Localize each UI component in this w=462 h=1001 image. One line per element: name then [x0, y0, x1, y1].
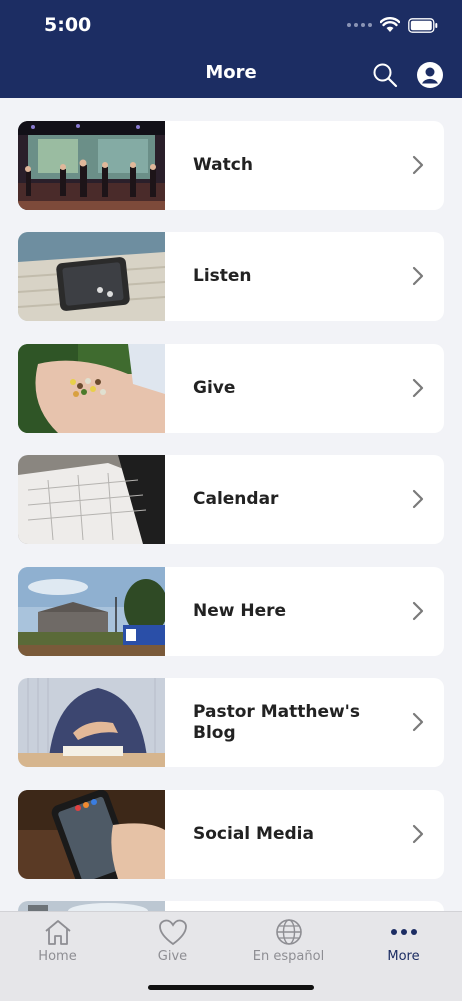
menu-item-label: Social Media: [193, 824, 314, 844]
tab-label: En español: [252, 949, 325, 964]
social-media-thumbnail: [18, 790, 165, 879]
new-here-thumbnail: [18, 567, 165, 656]
menu-item-pastor-blog[interactable]: Pastor Matthew's Blog: [18, 678, 444, 767]
tab-home[interactable]: Home: [0, 912, 115, 972]
menu-item-watch[interactable]: Watch: [18, 121, 444, 210]
search-icon: [373, 63, 398, 88]
home-indicator[interactable]: [148, 985, 314, 990]
menu-item-listen[interactable]: Listen: [18, 232, 444, 321]
menu-item-give[interactable]: Give: [18, 344, 444, 433]
chevron-right-icon: [412, 712, 424, 732]
status-time: 5:00: [44, 14, 92, 36]
status-icons: [347, 14, 438, 36]
blog-thumbnail: [18, 678, 165, 767]
globe-icon: [276, 919, 302, 945]
calendar-thumbnail: [18, 455, 165, 544]
more-dots-icon: [391, 929, 417, 935]
tab-give[interactable]: Give: [115, 912, 230, 972]
battery-icon: [408, 17, 438, 33]
tab-label: Give: [157, 949, 188, 964]
menu-item-calendar[interactable]: Calendar: [18, 455, 444, 544]
menu-item-label: Calendar: [193, 489, 279, 509]
menu-item-new-here[interactable]: New Here: [18, 567, 444, 656]
tab-en-espanol[interactable]: En español: [231, 912, 346, 972]
signal-icon: [347, 23, 372, 27]
chevron-right-icon: [412, 824, 424, 844]
listen-thumbnail: [18, 232, 165, 321]
chevron-right-icon: [412, 601, 424, 621]
menu-item-label: New Here: [193, 601, 287, 621]
menu-item-label: Give: [193, 378, 236, 398]
chevron-right-icon: [412, 155, 424, 175]
heart-icon: [159, 919, 187, 946]
tab-label: More: [387, 949, 420, 964]
wifi-icon: [380, 17, 400, 32]
chevron-right-icon: [412, 378, 424, 398]
app-header: 5:00 More: [0, 0, 462, 98]
menu-item-label: Pastor Matthew's Blog: [193, 701, 361, 743]
menu-item-label: Watch: [193, 155, 253, 175]
house-icon: [45, 920, 71, 945]
tab-more[interactable]: More: [346, 912, 461, 972]
search-button[interactable]: [372, 62, 398, 88]
chevron-right-icon: [412, 266, 424, 286]
watch-thumbnail: [18, 121, 165, 210]
profile-icon: [417, 62, 443, 88]
chevron-right-icon: [412, 489, 424, 509]
menu-item-social-media[interactable]: Social Media: [18, 790, 444, 879]
profile-button[interactable]: [417, 62, 443, 88]
menu-item-label: Listen: [193, 266, 252, 286]
tab-label: Home: [38, 949, 77, 964]
give-thumbnail: [18, 344, 165, 433]
